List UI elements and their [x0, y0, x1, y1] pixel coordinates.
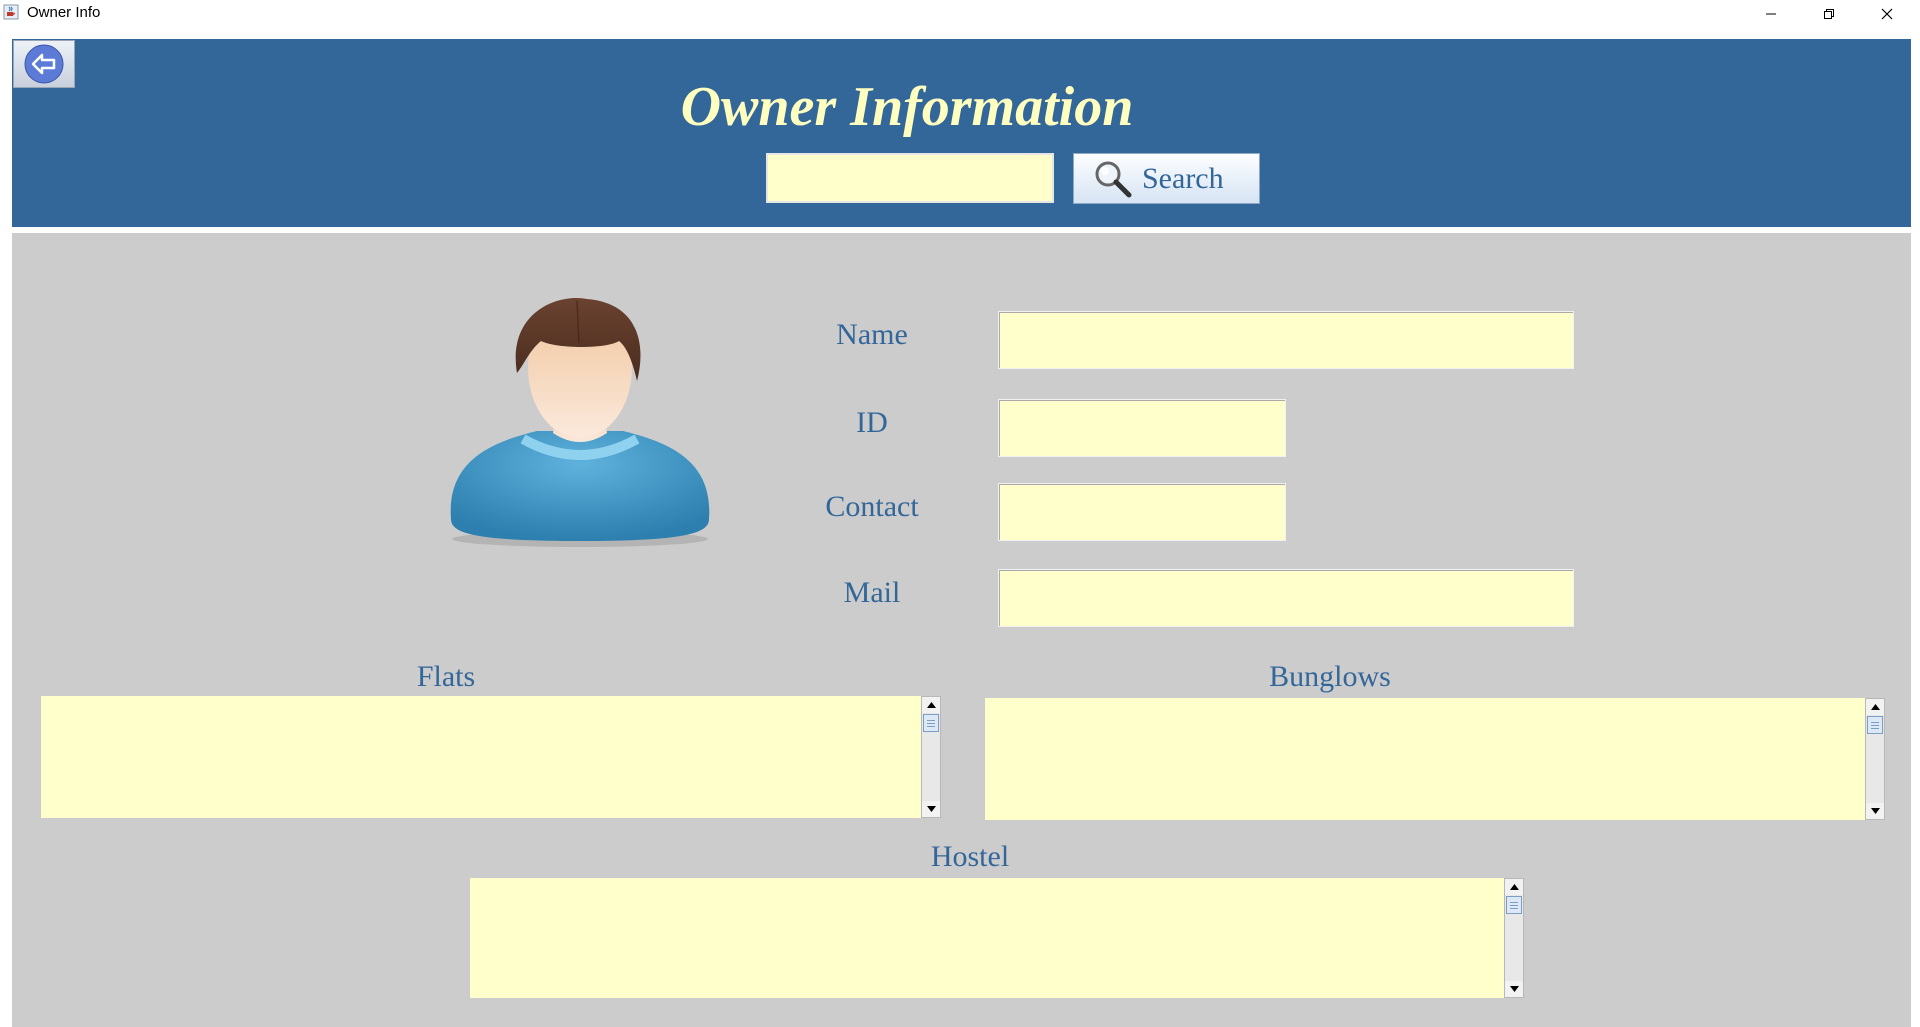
java-cup-icon [3, 4, 19, 20]
restore-button[interactable] [1800, 0, 1858, 27]
flats-scrollbar[interactable] [921, 696, 941, 818]
scroll-down-icon[interactable] [922, 801, 940, 817]
page-title: Owner Information [680, 76, 1134, 138]
window-title: Owner Info [27, 4, 101, 21]
hostel-scrollbar[interactable] [1504, 878, 1524, 998]
contact-field[interactable] [998, 483, 1286, 541]
bunglows-label: Bunglows [1269, 660, 1391, 693]
contact-label: Contact [825, 490, 919, 523]
id-label: ID [856, 406, 888, 439]
bunglows-text-area[interactable] [985, 698, 1872, 820]
bunglows-scrollbar[interactable] [1865, 698, 1885, 820]
header-bar: Owner Information Search [12, 39, 1911, 227]
flats-label: Flats [416, 660, 476, 693]
flats-text-area[interactable] [41, 696, 928, 818]
user-avatar-icon [437, 293, 717, 553]
id-field[interactable] [998, 399, 1286, 457]
hostel-label: Hostel [930, 840, 1010, 873]
search-button-label: Search [1142, 161, 1224, 195]
scroll-down-icon[interactable] [1866, 803, 1884, 819]
mail-field[interactable] [998, 569, 1574, 627]
scroll-up-icon[interactable] [1866, 699, 1884, 715]
scroll-up-icon[interactable] [1505, 879, 1523, 895]
name-label: Name [836, 318, 908, 351]
scroll-thumb[interactable] [1867, 716, 1883, 734]
scroll-down-icon[interactable] [1505, 981, 1523, 997]
search-button[interactable]: Search [1073, 153, 1260, 204]
magnifier-icon [1095, 161, 1132, 197]
search-input[interactable] [766, 153, 1054, 203]
close-button[interactable] [1858, 0, 1916, 27]
restore-icon [1824, 8, 1834, 19]
minimize-icon [1766, 13, 1776, 14]
minimize-button[interactable] [1742, 0, 1800, 27]
mail-label: Mail [843, 576, 901, 609]
scroll-up-icon[interactable] [922, 697, 940, 713]
scroll-thumb[interactable] [1506, 896, 1522, 914]
scroll-thumb[interactable] [923, 714, 939, 732]
hostel-text-area[interactable] [470, 878, 1518, 998]
owner-details-panel: Name ID Contact Mail Flats Bunglows Host… [12, 233, 1911, 1027]
name-field[interactable] [998, 311, 1574, 369]
close-icon [1881, 8, 1893, 19]
window-title-bar: Owner Info [0, 0, 1920, 27]
